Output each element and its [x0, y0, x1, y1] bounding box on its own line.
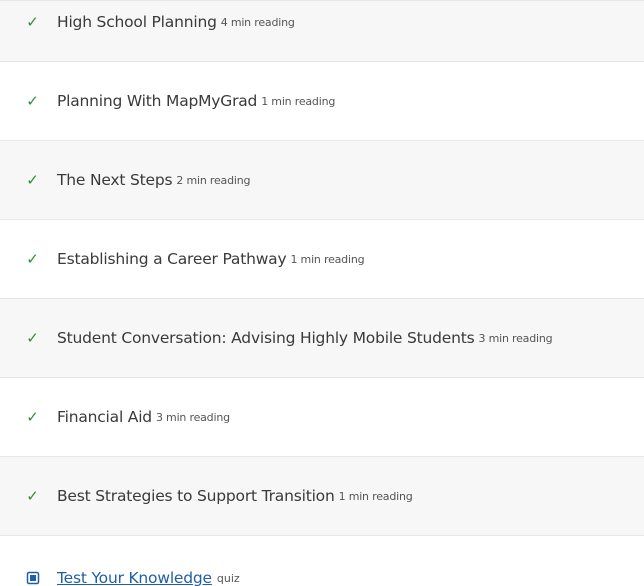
- lesson-row-high-school-planning[interactable]: ✓ High School Planning 4 min reading: [0, 1, 644, 62]
- lesson-duration: 1 min reading: [290, 252, 365, 266]
- lesson-duration: 3 min reading: [155, 410, 230, 424]
- checkmark-icon: ✓: [26, 249, 39, 268]
- lesson-duration: 4 min reading: [220, 15, 295, 29]
- checkmark-icon: ✓: [26, 91, 39, 110]
- lesson-title: Student Conversation: Advising Highly Mo…: [57, 329, 475, 347]
- checkmark-icon: ✓: [26, 12, 39, 31]
- course-lesson-list: ✓ High School Planning 4 min reading ✓ P…: [0, 0, 644, 586]
- quiz-type-label: quiz: [216, 571, 240, 585]
- lesson-row-student-conversation[interactable]: ✓ Student Conversation: Advising Highly …: [0, 299, 644, 378]
- lesson-row-planning-with-mapmygrad[interactable]: ✓ Planning With MapMyGrad 1 min reading: [0, 62, 644, 141]
- quiz-icon: [22, 571, 43, 585]
- lesson-row-financial-aid[interactable]: ✓ Financial Aid 3 min reading: [0, 378, 644, 457]
- lesson-row-the-next-steps[interactable]: ✓ The Next Steps 2 min reading: [0, 141, 644, 220]
- lesson-title: Best Strategies to Support Transition: [57, 487, 335, 505]
- lesson-duration: 3 min reading: [478, 331, 553, 345]
- checkmark-icon: ✓: [26, 170, 39, 189]
- checkmark-icon: ✓: [26, 407, 39, 426]
- lesson-title: Financial Aid: [57, 408, 152, 426]
- lesson-title: Establishing a Career Pathway: [57, 250, 287, 268]
- lesson-duration: 1 min reading: [261, 94, 336, 108]
- lesson-duration: 1 min reading: [338, 489, 413, 503]
- lesson-row-best-strategies[interactable]: ✓ Best Strategies to Support Transition …: [0, 457, 644, 536]
- lesson-title: The Next Steps: [57, 171, 173, 189]
- lesson-row-establishing-a-career-pathway[interactable]: ✓ Establishing a Career Pathway 1 min re…: [0, 220, 644, 299]
- lesson-duration: 2 min reading: [176, 173, 251, 187]
- lesson-title: Planning With MapMyGrad: [57, 92, 258, 110]
- quiz-link[interactable]: Test Your Knowledge: [57, 569, 212, 586]
- lesson-title: High School Planning: [57, 13, 217, 31]
- quiz-row-test-your-knowledge[interactable]: Test Your Knowledge quiz: [0, 542, 644, 586]
- checkmark-icon: ✓: [26, 486, 39, 505]
- checkmark-icon: ✓: [26, 328, 39, 347]
